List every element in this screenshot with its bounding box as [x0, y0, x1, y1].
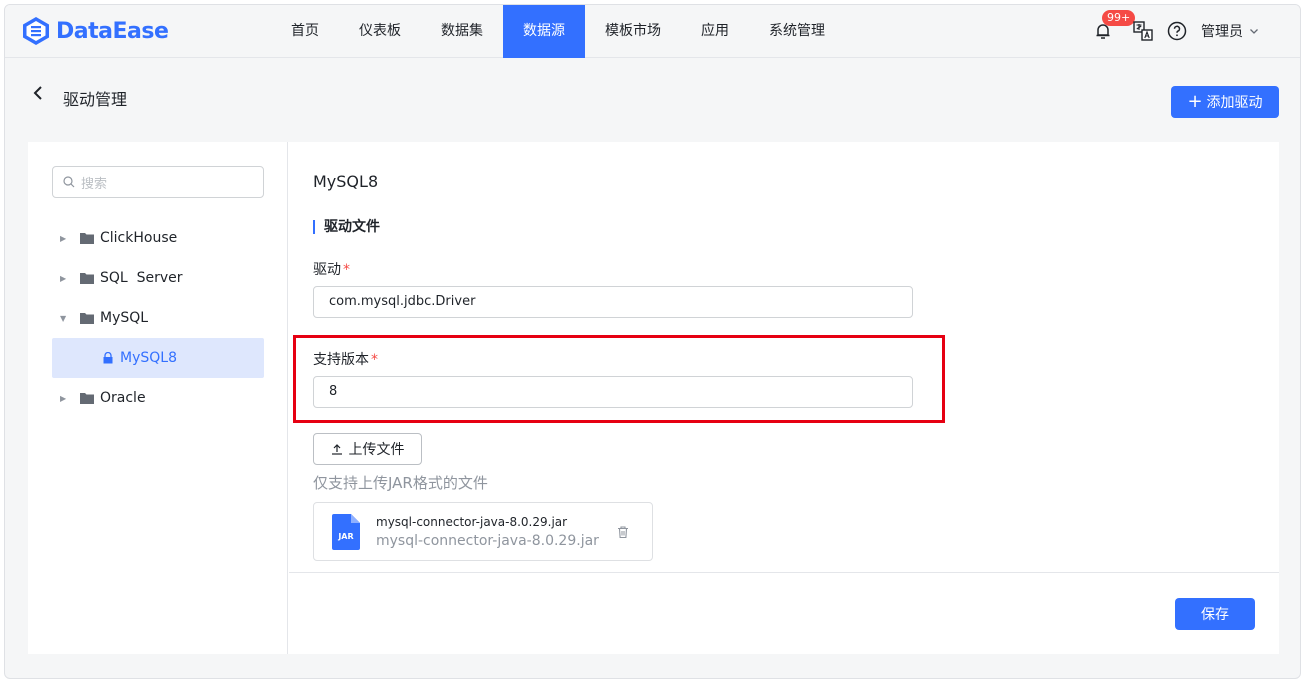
tree-item-clickhouse[interactable]: ▶ ClickHouse — [52, 218, 264, 258]
driver-tree-sidebar: 搜索 ▶ ClickHouse ▶ SQL Server ▼ MySQL MyS… — [28, 142, 288, 654]
tree-item-label: MySQL8 — [120, 350, 177, 366]
jar-icon-label: JAR — [337, 532, 353, 541]
required-mark: * — [371, 352, 378, 368]
chevron-down-icon — [1250, 29, 1258, 34]
upload-file-button[interactable]: 上传文件 — [313, 433, 422, 465]
driver-name-title: MySQL8 — [313, 172, 379, 191]
nav-dataset[interactable]: 数据集 — [421, 5, 503, 58]
caret-right-icon[interactable]: ▶ — [60, 234, 72, 243]
required-mark: * — [343, 262, 350, 278]
folder-icon — [80, 393, 94, 404]
main-panel: 搜索 ▶ ClickHouse ▶ SQL Server ▼ MySQL MyS… — [28, 142, 1279, 654]
logo-text: DataEase — [56, 18, 169, 44]
tree-item-label: ClickHouse — [100, 230, 178, 246]
nav-datasource[interactable]: 数据源 — [503, 5, 585, 58]
search-input[interactable]: 搜索 — [52, 166, 264, 198]
save-button[interactable]: 保存 — [1175, 598, 1255, 630]
help-icon[interactable] — [1166, 20, 1188, 42]
uploaded-file-card: JAR mysql-connector-java-8.0.29.jar mysq… — [313, 502, 653, 561]
driver-class-input[interactable]: com.mysql.jdbc.Driver — [313, 286, 913, 318]
add-driver-button[interactable]: + 添加驱动 — [1171, 86, 1279, 118]
logo[interactable]: DataEase — [20, 13, 169, 49]
footer-divider — [289, 572, 1279, 573]
jar-file-icon: JAR — [332, 514, 360, 550]
search-placeholder: 搜索 — [81, 176, 108, 192]
upload-icon — [331, 444, 342, 455]
section-title: 驱动文件 — [313, 220, 380, 234]
tree-item-oracle[interactable]: ▶ Oracle — [52, 378, 264, 418]
driver-detail: MySQL8 驱动文件 驱动 * com.mysql.jdbc.Driver 支持… — [289, 142, 1279, 654]
add-driver-label: 添加驱动 — [1206, 95, 1263, 111]
tree-item-sqlserver[interactable]: ▶ SQL Server — [52, 258, 264, 298]
main-nav: 首页 仪表板 数据集 数据源 模板市场 应用 系统管理 — [271, 5, 845, 58]
caret-right-icon[interactable]: ▶ — [60, 394, 72, 403]
trash-icon[interactable] — [616, 525, 630, 539]
version-label-text: 支持版本 — [313, 352, 369, 368]
tree-item-label: SQL Server — [100, 270, 183, 286]
version-label: 支持版本 * — [313, 349, 378, 369]
folder-icon — [80, 313, 94, 324]
tree-item-mysql8[interactable]: MySQL8 — [52, 338, 264, 378]
user-name: 管理员 — [1201, 24, 1243, 40]
nav-system-management[interactable]: 系统管理 — [749, 5, 845, 58]
back-arrow-icon[interactable] — [31, 85, 45, 101]
version-input[interactable]: 8 — [313, 376, 913, 408]
translate-icon[interactable] — [1132, 20, 1154, 42]
nav-application[interactable]: 应用 — [681, 5, 749, 58]
page-header: 驱动管理 + 添加驱动 — [5, 59, 1300, 139]
app-window: DataEase 首页 仪表板 数据集 数据源 模板市场 应用 系统管理 99+ — [4, 4, 1301, 679]
driver-class-label-text: 驱动 — [313, 262, 341, 278]
driver-icon — [103, 352, 113, 364]
upload-file-label: 上传文件 — [348, 442, 405, 458]
caret-down-icon[interactable]: ▼ — [60, 314, 72, 323]
tree-item-mysql[interactable]: ▼ MySQL — [52, 298, 264, 338]
dataease-logo-icon — [23, 17, 49, 45]
tree-item-label: MySQL — [100, 310, 149, 326]
top-navbar: DataEase 首页 仪表板 数据集 数据源 模板市场 应用 系统管理 99+ — [5, 5, 1300, 58]
notification-badge: 99+ — [1102, 10, 1136, 26]
plus-icon: + — [1187, 91, 1203, 112]
user-menu[interactable]: 管理员 — [1201, 21, 1259, 41]
nav-dashboard[interactable]: 仪表板 — [339, 5, 421, 58]
file-subtitle: mysql-connector-java-8.0.29.jar — [376, 533, 599, 549]
upload-tip: 仅支持上传JAR格式的文件 — [313, 474, 488, 492]
search-icon — [63, 176, 75, 188]
driver-class-label: 驱动 * — [313, 259, 350, 279]
file-name: mysql-connector-java-8.0.29.jar — [376, 515, 568, 529]
folder-icon — [80, 233, 94, 244]
tree-item-label: Oracle — [100, 390, 146, 406]
nav-template-market[interactable]: 模板市场 — [585, 5, 681, 58]
page-title: 驱动管理 — [63, 90, 128, 109]
caret-right-icon[interactable]: ▶ — [60, 274, 72, 283]
folder-icon — [80, 273, 94, 284]
nav-home[interactable]: 首页 — [271, 5, 339, 58]
